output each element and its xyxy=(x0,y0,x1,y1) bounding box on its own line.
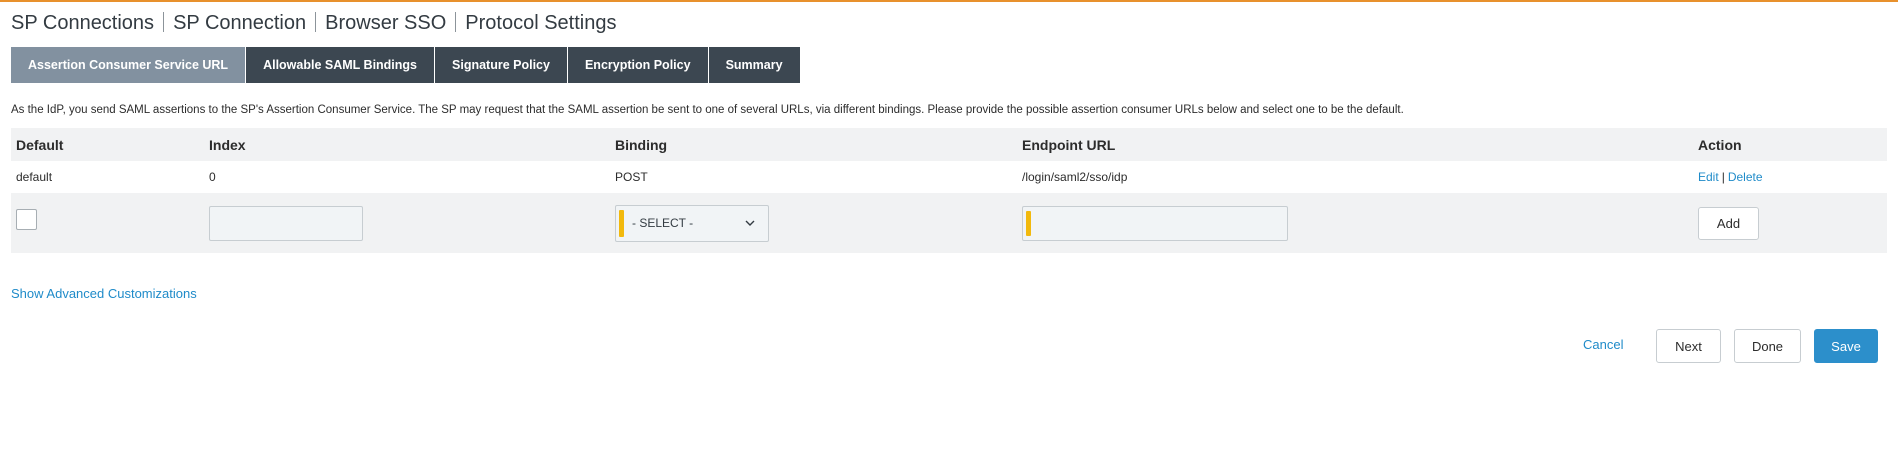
breadcrumb-separator xyxy=(315,12,317,32)
breadcrumb-sp-connections: SP Connections xyxy=(11,12,155,34)
top-accent-line xyxy=(0,0,1898,2)
column-header-action: Action xyxy=(1698,136,1742,153)
table-row: default 0 POST /login/saml2/sso/idp Edit… xyxy=(11,161,1887,193)
edit-link[interactable]: Edit xyxy=(1698,170,1719,184)
column-header-default: Default xyxy=(16,136,64,153)
breadcrumb-browser-sso: Browser SSO xyxy=(325,12,447,34)
breadcrumb-separator xyxy=(455,12,457,32)
tab-signature-policy[interactable]: Signature Policy xyxy=(435,47,567,83)
page-description: As the IdP, you send SAML assertions to … xyxy=(11,104,1404,116)
default-checkbox[interactable] xyxy=(16,208,37,230)
endpoint-url-input[interactable] xyxy=(1022,205,1288,241)
acs-url-table: Default Index Binding Endpoint URL Actio… xyxy=(11,128,1887,253)
row-actions: Edit | Delete xyxy=(1698,161,1763,193)
row-default-value: default xyxy=(16,170,53,184)
row-index-value: 0 xyxy=(209,170,216,184)
new-index-cell xyxy=(209,193,363,253)
binding-select-value: - SELECT - xyxy=(632,216,694,230)
chevron-down-icon xyxy=(744,217,756,232)
row-binding-value: POST xyxy=(615,170,648,184)
done-button[interactable]: Done xyxy=(1734,329,1801,363)
next-button[interactable]: Next xyxy=(1656,329,1721,363)
new-entry-row: - SELECT - Add xyxy=(11,193,1887,253)
tab-encryption-policy[interactable]: Encryption Policy xyxy=(567,47,708,83)
cancel-button[interactable]: Cancel xyxy=(1583,337,1623,352)
row-endpoint-value: /login/saml2/sso/idp xyxy=(1022,170,1128,184)
add-button[interactable]: Add xyxy=(1698,206,1759,240)
breadcrumb-sp-connection: SP Connection xyxy=(173,12,307,34)
new-binding-cell: - SELECT - xyxy=(615,193,769,253)
action-separator: | xyxy=(1721,170,1725,184)
binding-select[interactable]: - SELECT - xyxy=(615,204,769,242)
column-header-binding: Binding xyxy=(615,136,668,153)
breadcrumb-separator xyxy=(163,12,165,32)
save-button[interactable]: Save xyxy=(1814,329,1878,363)
new-action-cell: Add xyxy=(1698,193,1759,253)
column-header-endpoint-url: Endpoint URL xyxy=(1022,136,1116,153)
tab-bar: Assertion Consumer Service URL Allowable… xyxy=(11,47,801,83)
tab-assertion-consumer-service-url[interactable]: Assertion Consumer Service URL xyxy=(11,47,246,83)
delete-link[interactable]: Delete xyxy=(1728,170,1763,184)
tab-allowable-saml-bindings[interactable]: Allowable SAML Bindings xyxy=(246,47,435,83)
breadcrumb: SP Connections SP Connection Browser SSO Pr… xyxy=(11,12,616,35)
table-header-row: Default Index Binding Endpoint URL Actio… xyxy=(11,128,1887,161)
show-advanced-customizations-link[interactable]: Show Advanced Customizations xyxy=(11,286,197,301)
index-input[interactable] xyxy=(209,205,363,241)
column-header-index: Index xyxy=(209,136,246,153)
new-endpoint-cell xyxy=(1022,193,1288,253)
breadcrumb-protocol-settings: Protocol Settings xyxy=(465,12,617,34)
new-default-cell xyxy=(16,193,37,253)
tab-summary[interactable]: Summary xyxy=(708,47,800,83)
